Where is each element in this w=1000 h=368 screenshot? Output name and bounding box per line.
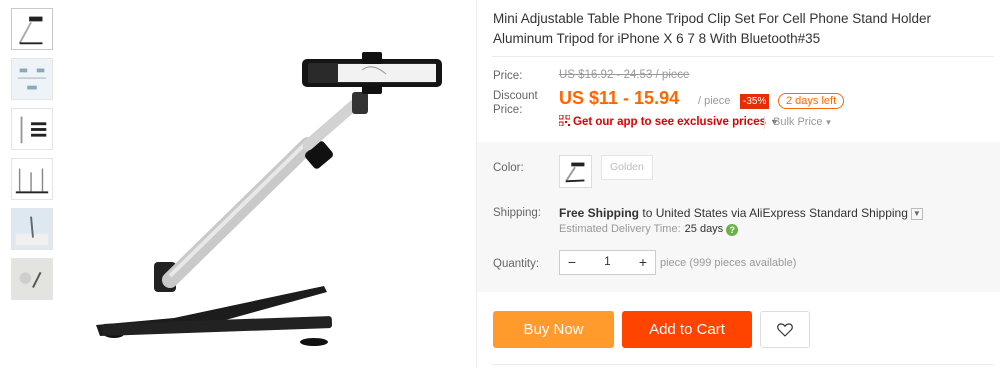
product-info-panel: Mini Adjustable Table Phone Tripod Clip … <box>477 0 1000 368</box>
discount-label-line1: Discount <box>493 90 538 102</box>
thumbnail-3[interactable] <box>11 108 53 150</box>
main-product-image <box>62 0 472 368</box>
product-title: Mini Adjustable Table Phone Tripod Clip … <box>493 11 932 46</box>
shipping-method[interactable]: AliExpress Standard Shipping <box>749 206 908 220</box>
app-promo-text: Get our app to see exclusive prices <box>573 116 767 128</box>
price-label: Price: <box>493 70 523 82</box>
help-icon[interactable]: ? <box>726 224 739 236</box>
bulk-price-label: Bulk Price <box>773 116 823 128</box>
thumbnail-5[interactable] <box>11 208 53 250</box>
discount-label-line2: Price: <box>493 104 523 116</box>
thumbnail-1[interactable] <box>11 8 53 50</box>
bulk-price-dropdown[interactable]: Bulk Price ▼ <box>773 116 832 128</box>
original-price: US $16.92 - 24.53 / piece <box>559 69 690 81</box>
divider <box>764 116 765 129</box>
thumbnail-2[interactable] <box>11 58 53 100</box>
heart-icon <box>777 323 793 337</box>
shipping-info: Free Shipping to United States via AliEx… <box>559 206 923 220</box>
quantity-decrease-button[interactable]: − <box>560 251 584 274</box>
divider <box>492 56 994 57</box>
quantity-available: piece (999 pieces available) <box>660 257 797 269</box>
divider <box>492 364 994 365</box>
qr-code-icon <box>559 115 570 126</box>
current-price: US $11 - 15.94 <box>559 88 680 108</box>
time-left-badge: 2 days left <box>778 93 845 109</box>
app-promo-link[interactable]: Get our app to see exclusive prices ▼ <box>559 115 779 128</box>
shipping-via: via <box>731 206 747 220</box>
chevron-down-icon[interactable]: ▼ <box>910 208 923 220</box>
buy-now-button[interactable]: Buy Now <box>493 311 614 348</box>
shipping-country[interactable]: United States <box>656 206 728 220</box>
quantity-increase-button[interactable]: + <box>631 251 655 274</box>
quantity-input[interactable]: 1 <box>584 251 631 274</box>
discount-badge: -35% <box>740 94 770 109</box>
shipping-label: Shipping: <box>493 207 541 219</box>
discount-price-label: Discount Price: <box>493 89 538 117</box>
thumbnail-6[interactable] <box>11 258 53 300</box>
per-unit-label: / piece <box>698 95 731 107</box>
color-option-image[interactable] <box>559 155 592 188</box>
color-label: Color: <box>493 162 524 174</box>
estimated-delivery: Estimated Delivery Time: 25 days? <box>559 223 739 236</box>
wishlist-button[interactable] <box>760 311 810 348</box>
estimated-delivery-label: Estimated Delivery Time: <box>559 223 681 235</box>
estimated-delivery-value: 25 days <box>684 223 724 235</box>
quantity-stepper: − 1 + <box>559 250 656 275</box>
shipping-to: to <box>642 206 653 220</box>
chevron-down-icon: ▼ <box>824 118 833 127</box>
add-to-cart-button[interactable]: Add to Cart <box>622 311 752 348</box>
quantity-label: Quantity: <box>493 258 540 270</box>
color-option-golden[interactable]: Golden <box>601 155 653 180</box>
free-shipping-text: Free Shipping <box>559 206 640 220</box>
thumbnail-list <box>11 8 53 308</box>
thumbnail-4[interactable] <box>11 158 53 200</box>
